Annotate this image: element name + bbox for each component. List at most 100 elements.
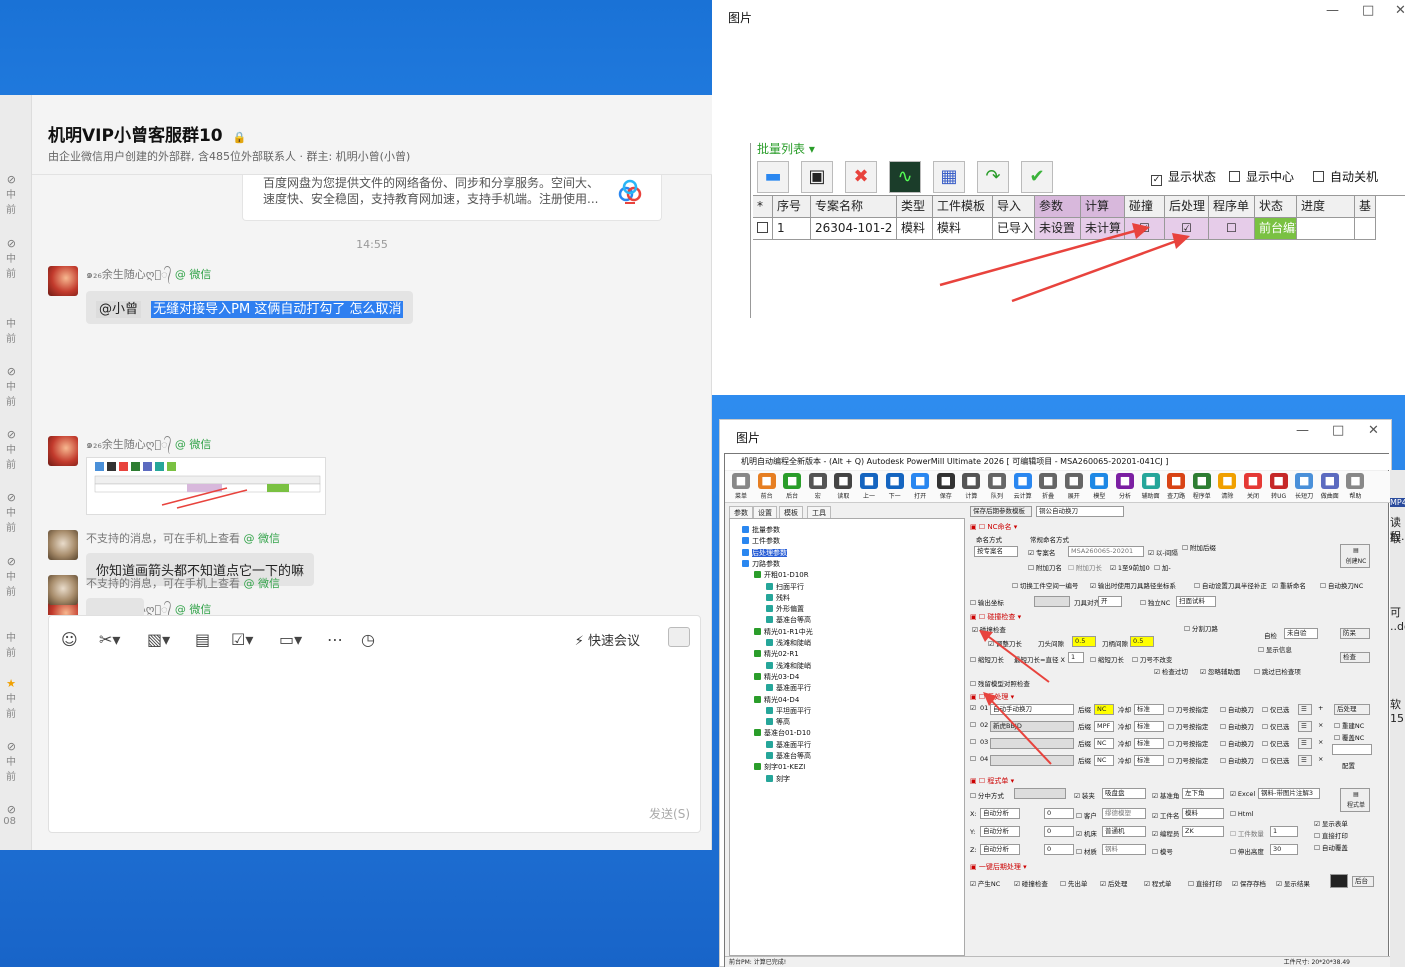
open-folder-icon[interactable]: ▬ [757, 161, 789, 193]
project-name-field[interactable]: MSA260065-20201 [1068, 546, 1144, 557]
toolbar-button[interactable]: ■ 模型 [1087, 473, 1111, 500]
monitor-icon[interactable]: ∿ [889, 161, 921, 193]
toolbar-button[interactable]: ■ 下一 [883, 473, 907, 500]
tool-number-option[interactable]: ☐ 刀号按指定 [1168, 721, 1208, 731]
show-table-option[interactable]: ☑ 显示表单 [1314, 818, 1348, 828]
toolbar-button[interactable]: ■ 折叠 [1036, 473, 1060, 500]
gap-option[interactable]: ☑ 以-间隔 [1148, 547, 1178, 557]
post-config-icon[interactable]: ☰ [1298, 738, 1312, 749]
auto-change-option[interactable]: ☐ 自动换刀 [1220, 721, 1254, 731]
emoji-icon[interactable]: ☺ [61, 630, 78, 649]
clamp-option[interactable]: ☑ 装夹 [1074, 790, 1095, 800]
skip-checked-option[interactable]: ☐ 跳过已检查项 [1254, 666, 1301, 676]
rail-item[interactable]: 中前 [0, 629, 32, 669]
column-header[interactable]: 程序单 [1209, 196, 1255, 218]
rail-item[interactable]: ⊘ 中前 [0, 740, 32, 783]
add-suffix-option[interactable]: ☐ 附加后缀 [1182, 542, 1216, 552]
tree-node[interactable]: 刀路参数 [742, 559, 780, 569]
template-select[interactable]: 铜公自动换刀 [1036, 506, 1124, 517]
save-template-button[interactable]: 保存后期参数模板 [970, 506, 1032, 517]
close-icon[interactable]: ✕ [1368, 423, 1379, 438]
toolbar-button[interactable]: ■ 展开 [1062, 473, 1086, 500]
post-row-action-icon[interactable]: + [1318, 704, 1323, 712]
toolbar-button[interactable]: ■ 关闭 [1241, 473, 1265, 500]
auto-change-option[interactable]: ☐ 自动换刀 [1220, 738, 1254, 748]
only-selected-option[interactable]: ☐ 仅已选 [1262, 738, 1289, 748]
rebuild-nc-option[interactable]: ☐ 重建NC [1334, 720, 1364, 730]
self-check-field[interactable]: 未自验 [1284, 628, 1318, 639]
tree-node[interactable]: 批量参数 [742, 525, 780, 535]
tree-node[interactable]: 基准台等高 [766, 751, 811, 761]
mention[interactable]: @小曾 [96, 301, 142, 318]
inspect-button[interactable]: 检查 [1340, 652, 1370, 663]
tree-node[interactable]: 刻字 [766, 774, 790, 784]
suffix-field[interactable]: MPF [1094, 721, 1114, 732]
auto-radius-option[interactable]: ☐ 自动设置刀具半径补正 [1194, 580, 1267, 590]
standard-select[interactable]: 标准 [1134, 755, 1164, 766]
tree-node[interactable]: 后处理参数 [742, 548, 787, 558]
collide-check-option[interactable]: ☑ 碰撞检查 [1014, 878, 1048, 888]
tool-align-select[interactable]: 开 [1098, 596, 1122, 607]
more-icon[interactable]: ⋯ [327, 630, 343, 649]
show-result-option[interactable]: ☑ 显示结果 [1276, 878, 1310, 888]
machine-option[interactable]: ☑ 机床 [1076, 828, 1097, 838]
cover-nc-option[interactable]: ☐ 覆盖NC [1334, 732, 1364, 742]
output-coord2-option[interactable]: ☐ 输出坐标 [970, 597, 1004, 607]
tree-node[interactable]: 精光04-D4 [754, 695, 799, 705]
chart-icon[interactable]: ▦ [933, 161, 965, 193]
html-option[interactable]: ☐ Html [1230, 810, 1253, 818]
confirm-icon[interactable]: ✔ [1021, 161, 1053, 193]
mold-no-option[interactable]: ☐ 模号 [1152, 846, 1173, 856]
part-name-select[interactable]: 模料 [1182, 808, 1224, 819]
monitor-icon[interactable] [1330, 874, 1348, 888]
split-mode-select[interactable] [1014, 788, 1066, 799]
toolbar-button[interactable]: ■ 上一 [857, 473, 881, 500]
config-label[interactable]: 配置 [1342, 760, 1355, 770]
direct-print-option[interactable]: ☐ 直接打印 [1314, 830, 1348, 840]
standard-select[interactable]: 标准 [1134, 704, 1164, 715]
x-field[interactable]: 0 [1044, 808, 1074, 819]
tree-node[interactable]: 残料 [766, 593, 790, 603]
extension-field[interactable]: 30 [1270, 844, 1298, 855]
excel-option[interactable]: ☑ Excel [1230, 790, 1255, 798]
project-name-option[interactable]: ☑ 专案名 [1028, 547, 1055, 557]
post-process-option[interactable]: ☑ 后处理 [1100, 878, 1127, 888]
tree-node[interactable]: 精光01-R1中光 [754, 627, 813, 637]
datum-select[interactable]: 左下角 [1182, 788, 1224, 799]
link-card[interactable]: 百度网盘为您提供文件的网络备份、同步和分享服务。空间大、速度快、安全稳固，支持教… [242, 175, 662, 221]
toolbar-button[interactable]: ■ 程序单 [1190, 473, 1214, 500]
folder-icon[interactable]: ▭▾ [279, 630, 302, 649]
z-field[interactable]: 0 [1044, 844, 1074, 855]
toolbar-button[interactable]: ■ 保存 [934, 473, 958, 500]
suffix-field[interactable]: NC [1094, 738, 1114, 749]
export-icon[interactable]: ↷ [977, 161, 1009, 193]
auto-shutdown-option[interactable]: 自动关机 [1313, 168, 1378, 185]
toolbar-button[interactable]: ■ 宏 [806, 473, 830, 500]
rail-item[interactable]: ⊘ 中前 [0, 173, 32, 216]
toolbar-button[interactable]: ■ 辅助面 [1139, 473, 1163, 500]
handle-gap-field[interactable]: 0.5 [1130, 636, 1154, 647]
column-header[interactable]: 序号 [773, 196, 811, 218]
checkbox[interactable]: ✓ [1151, 175, 1162, 186]
tool-gap-field[interactable]: 0.5 [1072, 636, 1096, 647]
extension-option[interactable]: ☐ 伸出高度 [1230, 846, 1264, 856]
auto-change-option[interactable]: ☐ 自动换刀 [1220, 755, 1254, 765]
rail-item[interactable]: 中前 [0, 315, 32, 355]
part-count-field[interactable]: 1 [1270, 826, 1298, 837]
rail-item[interactable]: ⊘ 08 [0, 803, 32, 843]
toolbar-button[interactable]: ■ 读取 [831, 473, 855, 500]
show-status-option[interactable]: ✓ 显示状态 [1151, 168, 1216, 186]
tree-node[interactable]: 精光02-R1 [754, 649, 799, 659]
standard-select[interactable]: 标准 [1134, 721, 1164, 732]
maximize-icon[interactable]: □ [1332, 423, 1344, 438]
toolbar-button[interactable]: ■ 分析 [1113, 473, 1137, 500]
tree-node[interactable]: 刻字01-KEZI [754, 762, 805, 772]
post-button[interactable]: 后处理 [1334, 704, 1370, 715]
anti-error-button[interactable]: 防呆 [1340, 628, 1370, 639]
output-coord-option[interactable]: ☑ 输出时使用刀具路径坐标系 [1090, 580, 1176, 590]
tree-node[interactable]: 外形偏置 [766, 604, 804, 614]
only-selected-option[interactable]: ☐ 仅已选 [1262, 721, 1289, 731]
toolbar-button[interactable]: ■ 计算 [959, 473, 983, 500]
column-header[interactable]: 专案名称 [811, 196, 897, 218]
row-checkbox[interactable] [757, 222, 768, 233]
